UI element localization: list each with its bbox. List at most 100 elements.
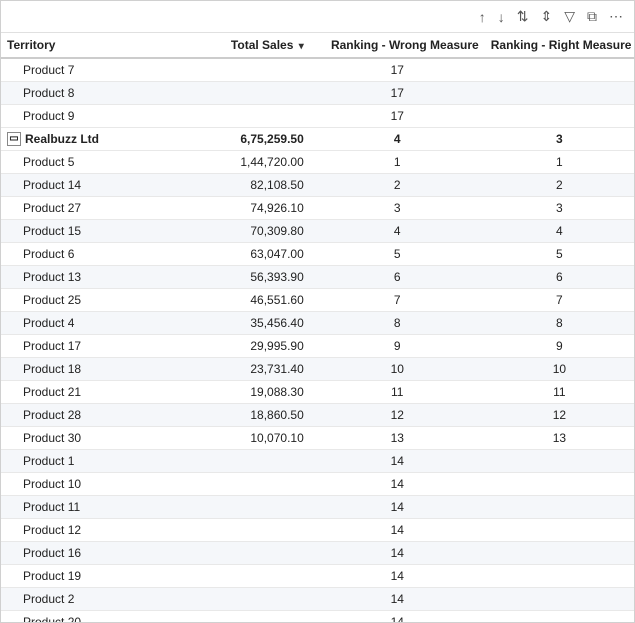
row-territory: Product 2 <box>1 588 171 611</box>
row-right <box>485 450 634 473</box>
row-sales: 1,44,720.00 <box>171 151 310 174</box>
row-sales <box>171 588 310 611</box>
row-sales: 63,047.00 <box>171 243 310 266</box>
row-wrong: 9 <box>310 335 485 358</box>
expand-icon[interactable]: ⇕ <box>537 6 555 27</box>
row-sales <box>171 565 310 588</box>
row-right: 7 <box>485 289 634 312</box>
row-wrong: 14 <box>310 565 485 588</box>
row-right <box>485 496 634 519</box>
row-wrong: 1 <box>310 151 485 174</box>
row-wrong: 14 <box>310 496 485 519</box>
table-row: Product 1570,309.8044 <box>1 220 634 243</box>
row-right: 3 <box>485 197 634 220</box>
row-wrong: 14 <box>310 542 485 565</box>
row-territory: Product 12 <box>1 519 171 542</box>
row-right: 9 <box>485 335 634 358</box>
row-right <box>485 58 634 82</box>
row-right: 11 <box>485 381 634 404</box>
row-territory: Product 4 <box>1 312 171 335</box>
row-sales: 70,309.80 <box>171 220 310 243</box>
row-territory: Product 25 <box>1 289 171 312</box>
row-territory: Product 28 <box>1 404 171 427</box>
row-territory: Product 19 <box>1 565 171 588</box>
col-header-territory[interactable]: Territory <box>1 33 171 58</box>
row-sales: 82,108.50 <box>171 174 310 197</box>
table-row: Product 1729,995.9099 <box>1 335 634 358</box>
row-wrong: 17 <box>310 105 485 128</box>
table-row: Product 2119,088.301111 <box>1 381 634 404</box>
row-sales: 10,070.10 <box>171 427 310 450</box>
row-wrong: 2 <box>310 174 485 197</box>
row-wrong: 4 <box>310 220 485 243</box>
row-territory: Product 30 <box>1 427 171 450</box>
col-header-ranking-wrong[interactable]: Ranking - Wrong Measure <box>310 33 485 58</box>
table-row: Product 1356,393.9066 <box>1 266 634 289</box>
row-right: 6 <box>485 266 634 289</box>
row-wrong: 14 <box>310 519 485 542</box>
table-row: ▭Realbuzz Ltd6,75,259.5043 <box>1 128 634 151</box>
row-sales <box>171 450 310 473</box>
group-sales: 6,75,259.50 <box>171 128 310 151</box>
row-sales: 18,860.50 <box>171 404 310 427</box>
table-row: Product 19 14 <box>1 565 634 588</box>
sort-both-icon[interactable]: ⇅ <box>514 6 532 27</box>
row-wrong: 5 <box>310 243 485 266</box>
row-sales: 35,456.40 <box>171 312 310 335</box>
row-wrong: 3 <box>310 197 485 220</box>
col-header-total-sales[interactable]: Total Sales ▾ <box>171 33 310 58</box>
row-sales: 46,551.60 <box>171 289 310 312</box>
data-table: Territory Total Sales ▾ Ranking - Wrong … <box>1 33 634 622</box>
sort-desc-icon[interactable]: ↓ <box>495 7 508 27</box>
sort-asc-icon[interactable]: ↑ <box>476 7 489 27</box>
row-territory: Product 11 <box>1 496 171 519</box>
row-right: 13 <box>485 427 634 450</box>
filter-icon[interactable]: ▽ <box>561 6 578 27</box>
more-icon[interactable]: ⋯ <box>606 6 626 27</box>
group-territory: ▭ Realbuzz Ltd <box>1 128 171 150</box>
row-territory: Product 21 <box>1 381 171 404</box>
table-row: Product 114 <box>1 450 634 473</box>
row-sales <box>171 473 310 496</box>
row-sales <box>171 611 310 623</box>
table-icon[interactable]: ⧉ <box>584 6 600 27</box>
row-territory: Product 6 <box>1 243 171 266</box>
row-territory: Product 20 <box>1 611 171 623</box>
collapse-icon[interactable]: ▭ <box>7 132 21 146</box>
row-sales: 56,393.90 <box>171 266 310 289</box>
table-row: Product 9 17 <box>1 105 634 128</box>
main-container: ↑ ↓ ⇅ ⇕ ▽ ⧉ ⋯ Territory Total Sales ▾ <box>0 0 635 623</box>
row-territory: Product 10 <box>1 473 171 496</box>
table-row: Product 2014 <box>1 611 634 623</box>
row-sales <box>171 519 310 542</box>
row-right <box>485 519 634 542</box>
row-wrong: 7 <box>310 289 485 312</box>
row-territory: Product 15 <box>1 220 171 243</box>
row-right <box>485 542 634 565</box>
row-territory: Product 16 <box>1 542 171 565</box>
row-territory: Product 27 <box>1 197 171 220</box>
row-wrong: 6 <box>310 266 485 289</box>
table-row: Product 2774,926.1033 <box>1 197 634 220</box>
toolbar: ↑ ↓ ⇅ ⇕ ▽ ⧉ ⋯ <box>1 1 634 33</box>
col-header-ranking-right[interactable]: Ranking - Right Measure <box>485 33 634 58</box>
group-name: Realbuzz Ltd <box>25 132 99 146</box>
row-right: 10 <box>485 358 634 381</box>
table-row: Product 817 <box>1 82 634 105</box>
row-sales <box>171 105 310 128</box>
table-wrapper[interactable]: Territory Total Sales ▾ Ranking - Wrong … <box>1 33 634 622</box>
row-wrong: 14 <box>310 588 485 611</box>
row-right <box>485 565 634 588</box>
row-wrong: 10 <box>310 358 485 381</box>
row-right: 12 <box>485 404 634 427</box>
row-territory: Product 7 <box>1 58 171 82</box>
row-right <box>485 82 634 105</box>
row-right: 2 <box>485 174 634 197</box>
row-sales: 19,088.30 <box>171 381 310 404</box>
table-row: Product 717 <box>1 58 634 82</box>
row-territory: Product 8 <box>1 82 171 105</box>
row-wrong: 11 <box>310 381 485 404</box>
row-territory: Product 9 <box>1 105 171 128</box>
row-right <box>485 473 634 496</box>
row-right <box>485 611 634 623</box>
